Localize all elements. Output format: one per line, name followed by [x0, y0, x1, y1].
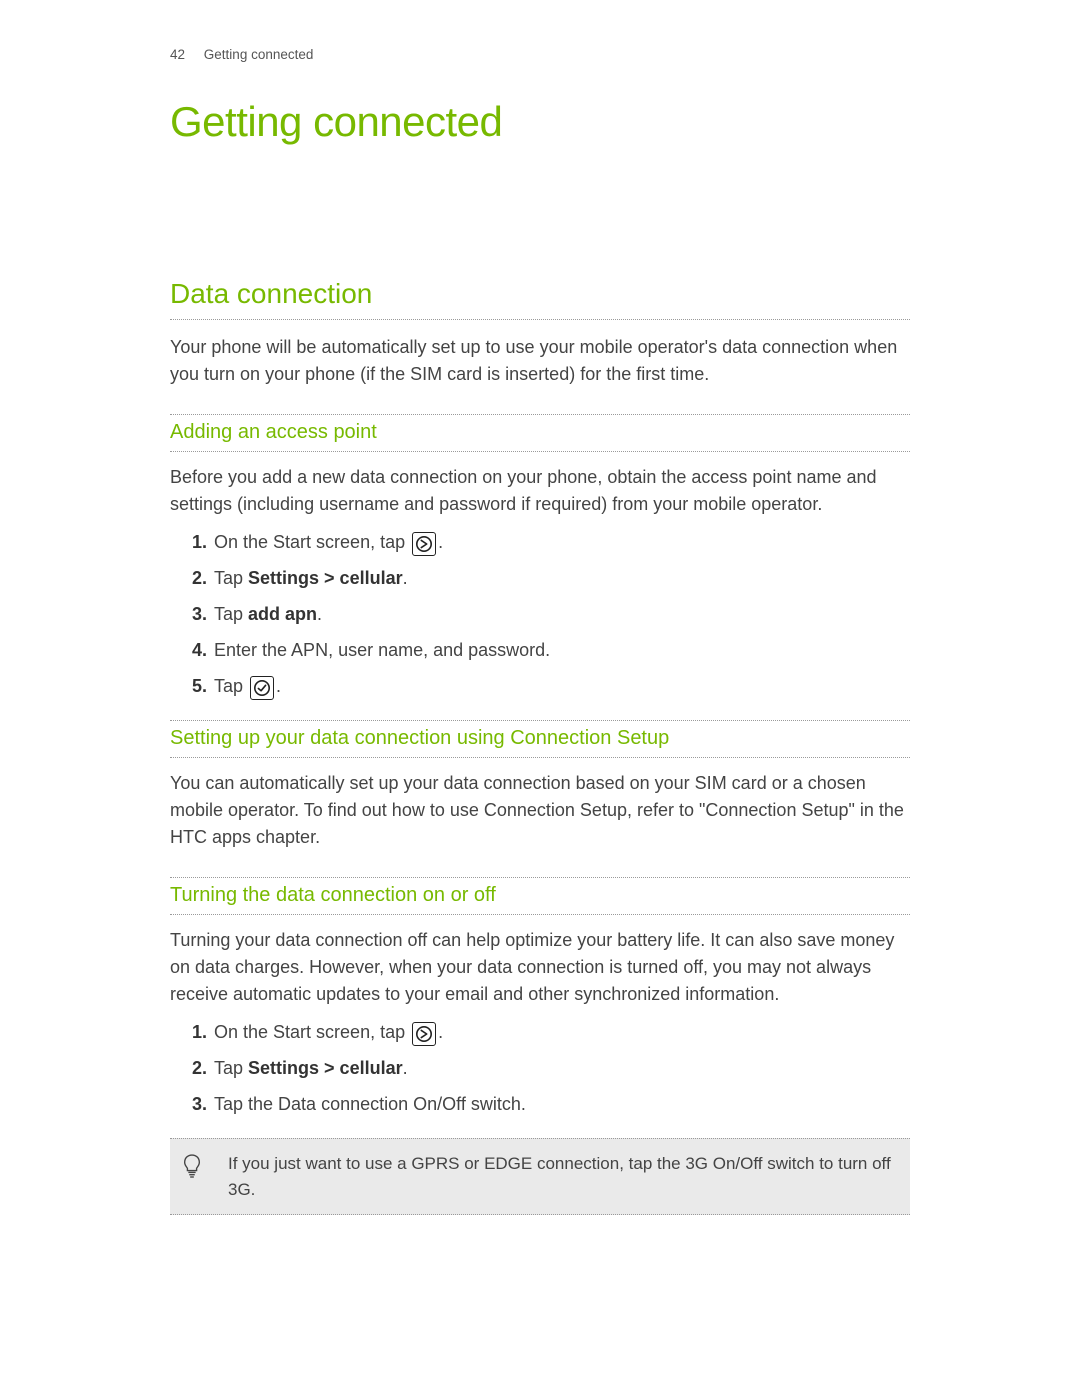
step-text: .	[317, 604, 322, 624]
page-title: Getting connected	[170, 90, 910, 153]
step-text: .	[438, 1022, 443, 1042]
step-item: Tap the Data connection On/Off switch.	[192, 1090, 910, 1118]
running-header-title: Getting connected	[204, 47, 314, 62]
step-item: Tap add apn.	[192, 600, 910, 628]
divider	[170, 451, 910, 452]
step-item: On the Start screen, tap .	[192, 1018, 910, 1046]
step-list: On the Start screen, tap . Tap Settings …	[192, 528, 910, 700]
step-list: On the Start screen, tap . Tap Settings …	[192, 1018, 910, 1118]
page-number: 42	[170, 47, 185, 62]
step-text: On the Start screen, tap	[214, 1022, 410, 1042]
step-text: .	[276, 676, 281, 696]
divider	[170, 720, 910, 721]
divider	[170, 914, 910, 915]
step-text: .	[403, 1058, 408, 1078]
subsection-intro: Before you add a new data connection on …	[170, 464, 910, 518]
step-text: Tap	[214, 568, 248, 588]
step-item: Enter the APN, user name, and password.	[192, 636, 910, 664]
divider	[170, 757, 910, 758]
subsection-body: You can automatically set up your data c…	[170, 770, 910, 851]
step-item: Tap Settings > cellular.	[192, 564, 910, 592]
divider	[170, 319, 910, 320]
subsection-heading: Setting up your data connection using Co…	[170, 723, 910, 753]
step-bold: add apn	[248, 604, 317, 624]
running-header: 42 Getting connected	[170, 45, 910, 65]
document-page: 42 Getting connected Getting connected D…	[0, 0, 1080, 1215]
divider	[170, 414, 910, 415]
step-text: .	[438, 532, 443, 552]
section-heading: Data connection	[170, 273, 910, 315]
checkmark-icon	[250, 676, 274, 700]
step-text: Tap the Data connection On/Off switch.	[214, 1094, 526, 1114]
step-text: On the Start screen, tap	[214, 532, 410, 552]
step-text: Tap	[214, 604, 248, 624]
step-bold: Settings > cellular	[248, 1058, 403, 1078]
subsection-body: Turning your data connection off can hel…	[170, 927, 910, 1008]
arrow-right-icon	[412, 532, 436, 556]
divider	[170, 877, 910, 878]
lightbulb-icon	[170, 1151, 214, 1179]
step-text: Tap	[214, 676, 248, 696]
step-item: Tap .	[192, 672, 910, 700]
tip-text: If you just want to use a GPRS or EDGE c…	[228, 1151, 896, 1202]
step-text: .	[403, 568, 408, 588]
tip-callout: If you just want to use a GPRS or EDGE c…	[170, 1138, 910, 1215]
step-item: Tap Settings > cellular.	[192, 1054, 910, 1082]
subsection-heading: Adding an access point	[170, 417, 910, 447]
subsection-heading: Turning the data connection on or off	[170, 880, 910, 910]
section-intro: Your phone will be automatically set up …	[170, 334, 910, 388]
arrow-right-icon	[412, 1022, 436, 1046]
step-text: Enter the APN, user name, and password.	[214, 640, 550, 660]
step-bold: Settings > cellular	[248, 568, 403, 588]
step-item: On the Start screen, tap .	[192, 528, 910, 556]
step-text: Tap	[214, 1058, 248, 1078]
